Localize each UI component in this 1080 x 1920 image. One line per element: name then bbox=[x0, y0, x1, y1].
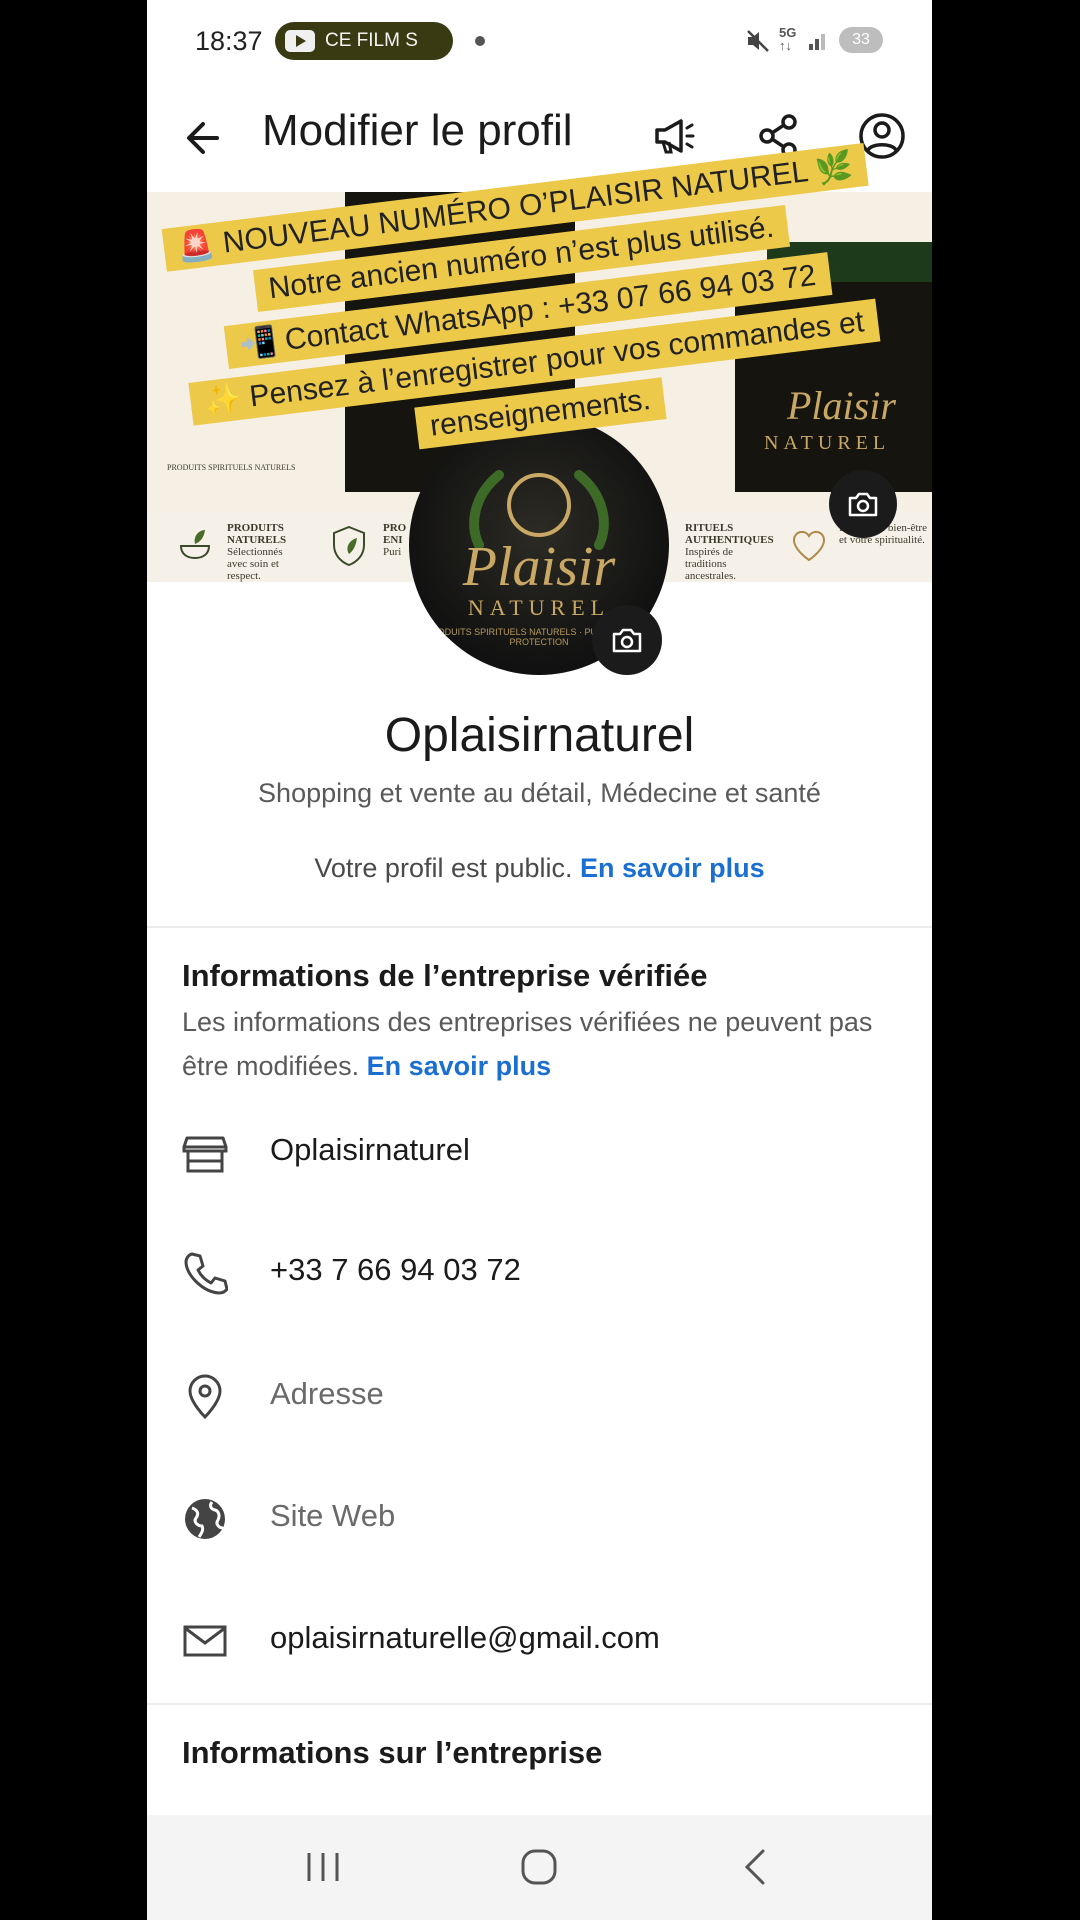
media-pill[interactable]: CE FILM S bbox=[275, 22, 453, 60]
avatar-brand-script: Plaisir bbox=[462, 536, 616, 598]
globe-icon bbox=[185, 1499, 225, 1539]
home-icon[interactable] bbox=[507, 1835, 571, 1899]
business-name-value: Oplaisirnaturel bbox=[270, 1132, 470, 1167]
business-name-row: Oplaisirnaturel bbox=[147, 1108, 932, 1198]
shield-leaf-icon bbox=[333, 525, 365, 567]
address-field[interactable]: Adresse bbox=[270, 1376, 384, 1412]
status-time: 18:37 bbox=[195, 26, 263, 56]
address-row[interactable]: Adresse bbox=[147, 1352, 932, 1442]
notification-dot bbox=[475, 36, 485, 46]
verified-section-title: Informations de l’entreprise vérifiée bbox=[182, 958, 708, 993]
feature-3: RITUELS AUTHENTIQUES Inspirés de traditio… bbox=[685, 522, 774, 582]
divider bbox=[147, 1703, 932, 1705]
signal-icon bbox=[809, 34, 825, 50]
avatar-camera-button[interactable] bbox=[592, 605, 662, 675]
website-field[interactable]: Site Web bbox=[270, 1498, 395, 1534]
verified-section-desc: Les informations des entreprises vérifié… bbox=[182, 1000, 902, 1088]
website-row[interactable]: Site Web bbox=[147, 1474, 932, 1564]
public-text: Votre profil est public. bbox=[314, 853, 581, 883]
heart-icon bbox=[792, 530, 826, 562]
feature-1: PRODUITS NATURELS Sélectionnés avec soin … bbox=[227, 522, 287, 582]
mail-icon bbox=[183, 1625, 227, 1657]
phone-screen: 18:37 CE FILM S 5G ↑↓ 33 Modifier le prof… bbox=[147, 0, 932, 1920]
info-section-title: Informations sur l’entreprise bbox=[182, 1735, 603, 1770]
back-arrow-icon[interactable] bbox=[177, 112, 229, 164]
system-nav-bar bbox=[147, 1815, 932, 1920]
camera-icon bbox=[612, 628, 642, 653]
page-title: Modifier le profil bbox=[262, 106, 573, 155]
status-bar: 18:37 CE FILM S 5G ↑↓ 33 bbox=[147, 0, 932, 84]
business-category: Shopping et vente au détail, Médecine et… bbox=[258, 778, 821, 808]
mortar-leaf-icon bbox=[179, 530, 211, 560]
phone-row: +33 7 66 94 03 72 bbox=[147, 1228, 932, 1318]
profile-visibility: Votre profil est public. En savoir plus bbox=[147, 853, 932, 884]
youtube-icon bbox=[285, 30, 315, 52]
business-name-heading: Oplaisirnaturel bbox=[384, 709, 695, 762]
camera-icon bbox=[848, 492, 878, 517]
store-icon bbox=[182, 1136, 228, 1173]
email-row[interactable]: oplaisirnaturelle@gmail.com bbox=[147, 1596, 932, 1686]
email-field[interactable]: oplaisirnaturelle@gmail.com bbox=[270, 1620, 660, 1656]
battery-level: 33 bbox=[839, 27, 883, 53]
media-pill-text: CE FILM S bbox=[325, 30, 418, 51]
learn-more-link[interactable]: En savoir plus bbox=[580, 853, 765, 883]
mute-icon bbox=[747, 30, 769, 52]
phone-icon bbox=[184, 1252, 228, 1295]
location-pin-icon bbox=[188, 1374, 222, 1420]
cover-camera-button[interactable] bbox=[829, 470, 897, 538]
nav-back-icon[interactable] bbox=[723, 1835, 787, 1899]
divider bbox=[147, 926, 932, 928]
verified-learn-more-link[interactable]: En savoir plus bbox=[367, 1051, 552, 1081]
network-type: 5G ↑↓ bbox=[779, 25, 797, 53]
recent-apps-icon[interactable] bbox=[291, 1835, 355, 1899]
phone-value: +33 7 66 94 03 72 bbox=[270, 1252, 521, 1287]
